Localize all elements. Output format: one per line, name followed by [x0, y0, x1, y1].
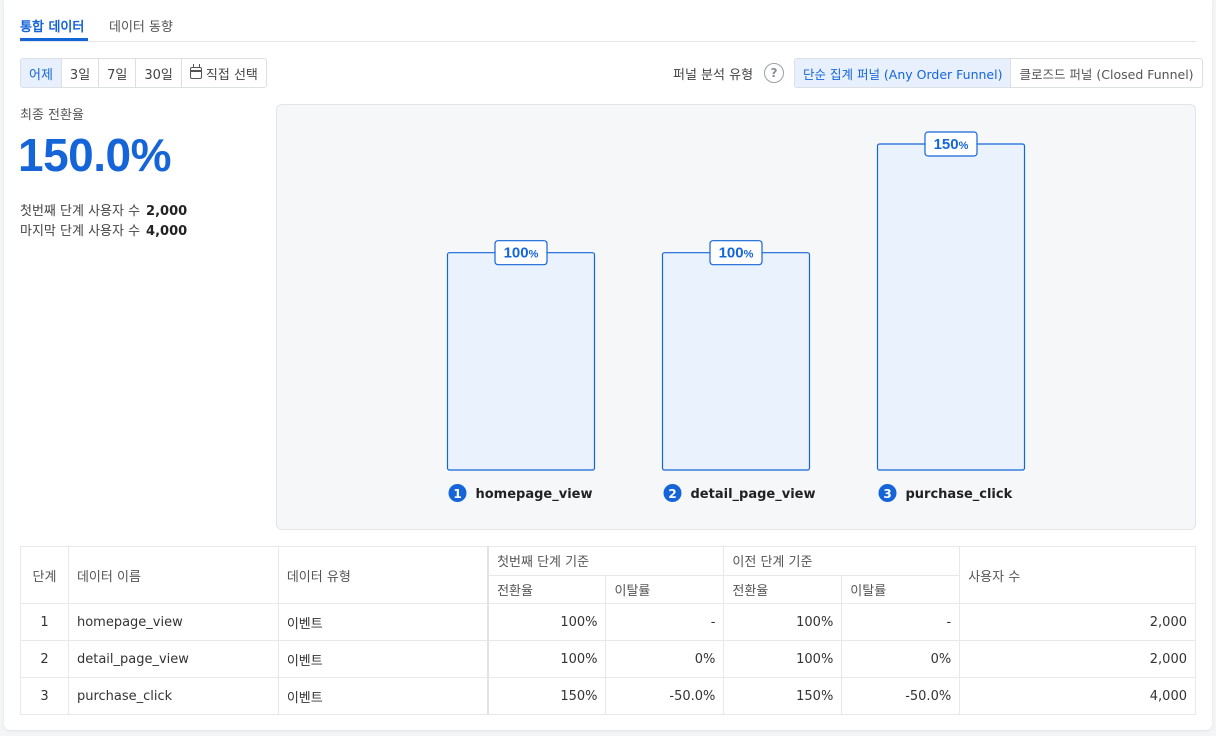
category-label: purchase_click	[906, 487, 1013, 502]
cell-data-type: 이벤트	[277, 603, 489, 641]
funnel-table: 단계 데이터 이름 데이터 유형 첫번째 단계 기준 이전 단계 기준 사용자 …	[20, 546, 1196, 715]
category-label: homepage_view	[476, 487, 593, 502]
view-tabs: 통합 데이터 데이터 동향	[20, 0, 1196, 42]
table-row: 1 homepage_view 이벤트 100% - 100% - 2,000	[20, 603, 1196, 641]
header-data-type: 데이터 유형	[277, 546, 489, 604]
cell-prev-dropoff: -50.0%	[841, 677, 961, 715]
any-order-funnel-button[interactable]: 단순 집계 퍼널 (Any Order Funnel)	[795, 59, 1012, 87]
cell-first-dropoff: -	[605, 603, 725, 641]
cell-data-type: 이벤트	[277, 677, 489, 715]
closed-funnel-button[interactable]: 클로즈드 퍼널 (Closed Funnel)	[1011, 59, 1201, 87]
final-conversion-label: 최종 전환율	[20, 108, 84, 123]
cell-data-name: detail_page_view	[67, 640, 279, 678]
step-number-label: 1	[453, 487, 461, 501]
cell-prev-conversion: 150%	[723, 677, 843, 715]
funnel-report-card: 통합 데이터 데이터 동향 어제 3일 7일 30일 직접 선택 퍼널 분석 유…	[4, 0, 1212, 730]
tab-integrated-data[interactable]: 통합 데이터	[20, 16, 84, 35]
last-step-users-label: 마지막 단계 사용자 수	[20, 224, 141, 239]
cell-first-dropoff: 0%	[605, 640, 725, 678]
cell-prev-conversion: 100%	[723, 640, 843, 678]
funnel-bar	[446, 252, 596, 471]
cell-step: 1	[20, 603, 69, 641]
funnel-chart: 100% 1 homepage_view 100% 2 detail_page_view 1…	[276, 104, 1196, 530]
cell-data-type: 이벤트	[277, 640, 489, 678]
cell-step: 2	[20, 640, 69, 678]
last-step-users-value: 4,000	[146, 224, 188, 239]
step-number-label: 2	[668, 487, 676, 501]
tab-data-trend[interactable]: 데이터 동향	[109, 16, 173, 35]
header-users: 사용자 수	[959, 546, 1196, 604]
help-icon[interactable]: ?	[764, 63, 784, 83]
calendar-icon	[189, 64, 202, 79]
cell-data-name: purchase_click	[67, 677, 279, 715]
cell-prev-conversion: 100%	[723, 603, 843, 641]
custom-range-label: 직접 선택	[205, 67, 258, 83]
funnel-chart-svg: 100%1 homepage_view100%2 detail_page_view1…	[446, 131, 1026, 502]
cell-first-conversion: 100%	[487, 640, 607, 678]
funnel-type-selector: 단순 집계 퍼널 (Any Order Funnel) 클로즈드 퍼널 (Clo…	[794, 58, 1203, 88]
header-prev-step-basis: 이전 단계 기준	[723, 546, 961, 576]
cell-first-conversion: 100%	[487, 603, 607, 641]
header-data-name: 데이터 이름	[67, 546, 279, 604]
header-prev-dropoff: 이탈률	[841, 574, 961, 604]
funnel-bar	[661, 252, 811, 471]
range-30days-button[interactable]: 30일	[136, 59, 182, 87]
header-first-dropoff: 이탈률	[605, 574, 725, 604]
cell-users: 2,000	[959, 640, 1196, 678]
cell-prev-dropoff: -	[841, 603, 961, 641]
last-step-users: 마지막 단계 사용자 수 4,000	[20, 220, 187, 239]
date-range-selector: 어제 3일 7일 30일 직접 선택	[20, 58, 267, 88]
header-step: 단계	[20, 546, 69, 604]
funnel-type-label: 퍼널 분석 유형	[673, 68, 754, 83]
cell-users: 2,000	[959, 603, 1196, 641]
table-row: 3 purchase_click 이벤트 150% -50.0% 150% -5…	[20, 677, 1196, 715]
cell-data-name: homepage_view	[67, 603, 279, 641]
range-yesterday-button[interactable]: 어제	[21, 59, 62, 87]
table-row: 2 detail_page_view 이벤트 100% 0% 100% 0% 2…	[20, 640, 1196, 678]
cell-first-conversion: 150%	[487, 677, 607, 715]
final-conversion-value: 150.0%	[18, 129, 172, 181]
header-first-step-basis: 첫번째 단계 기준	[487, 546, 725, 576]
header-first-conversion: 전환율	[487, 574, 607, 604]
cell-users: 4,000	[959, 677, 1196, 715]
cell-prev-dropoff: 0%	[841, 640, 961, 678]
custom-range-button[interactable]: 직접 선택	[181, 59, 266, 87]
active-tab-indicator	[20, 38, 88, 41]
first-step-users: 첫번째 단계 사용자 수 2,000	[20, 200, 187, 219]
funnel-bar	[876, 143, 1026, 471]
first-step-users-label: 첫번째 단계 사용자 수	[20, 204, 141, 219]
range-7days-button[interactable]: 7일	[99, 59, 137, 87]
cell-step: 3	[20, 677, 69, 715]
header-prev-conversion: 전환율	[723, 574, 843, 604]
step-number-label: 3	[883, 487, 891, 501]
range-3days-button[interactable]: 3일	[61, 59, 100, 87]
category-label: detail_page_view	[691, 487, 816, 502]
first-step-users-value: 2,000	[146, 204, 188, 219]
cell-first-dropoff: -50.0%	[605, 677, 725, 715]
